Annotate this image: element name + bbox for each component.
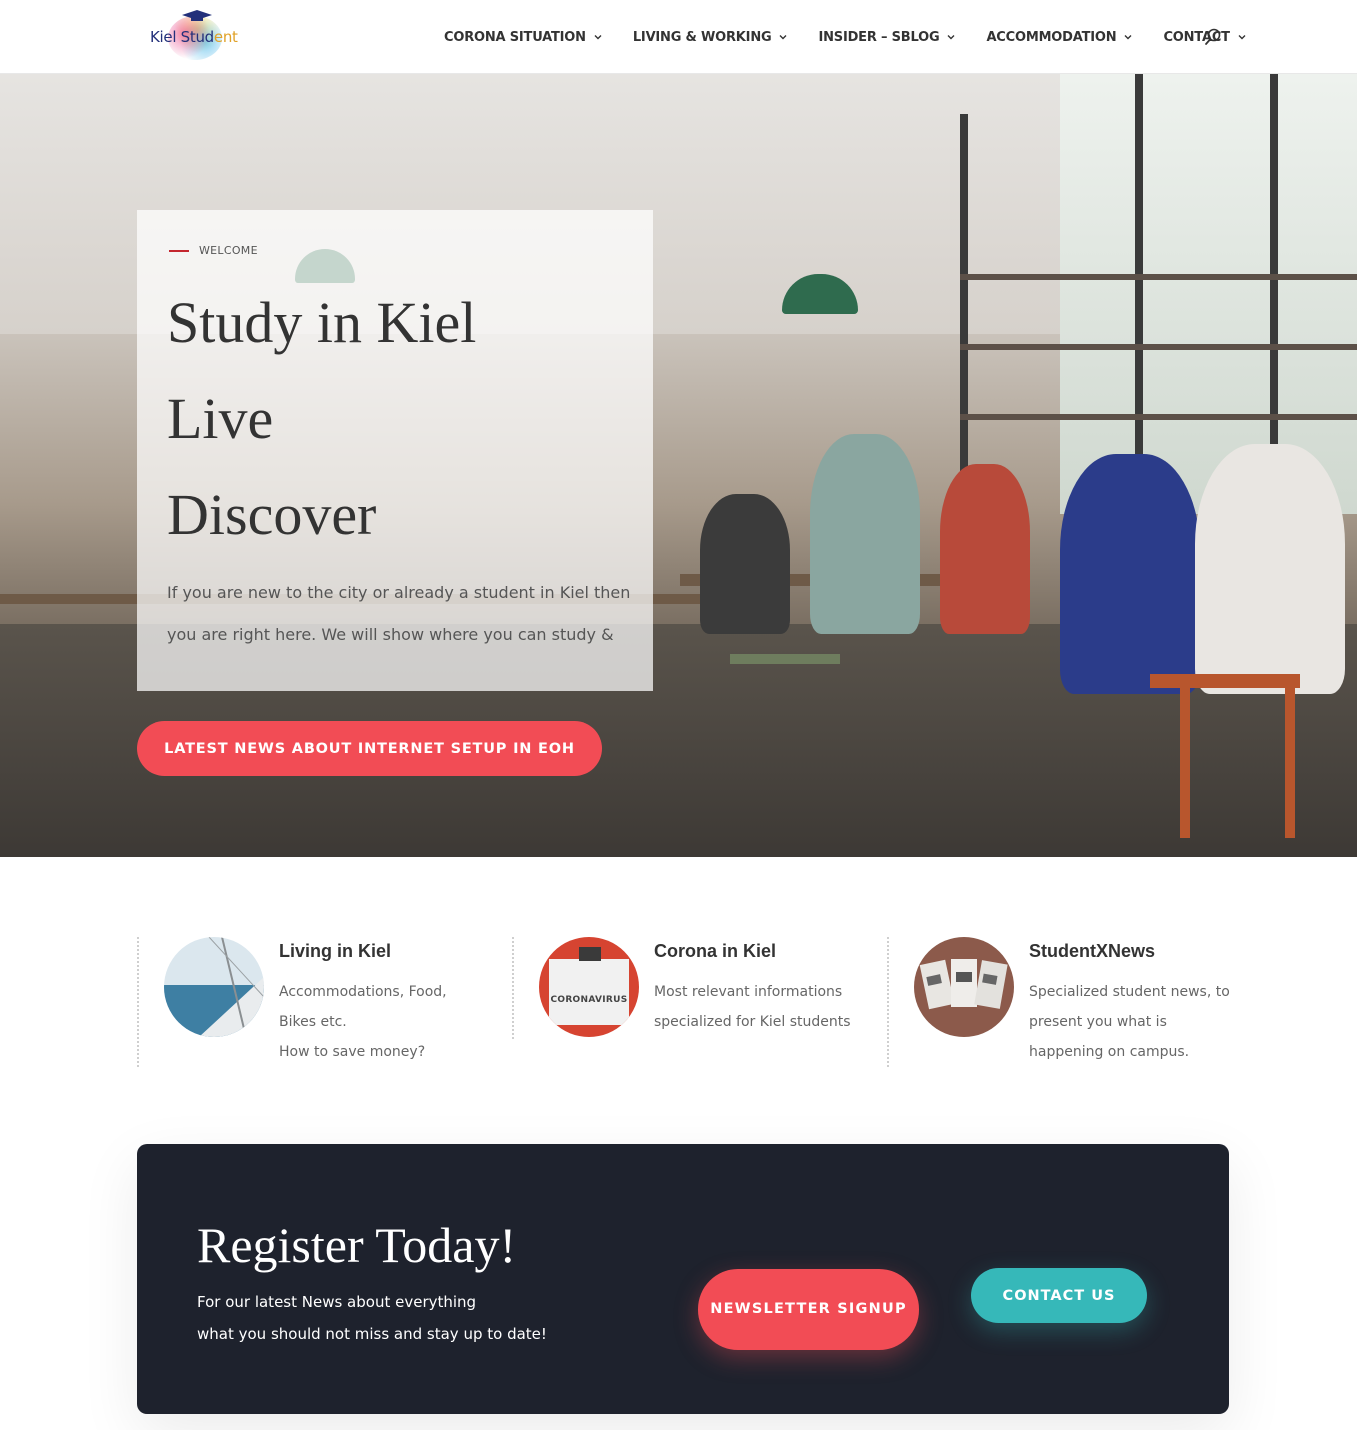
feature-corona-in-kiel[interactable]: CORONAVIRUS Corona in Kiel Most relevant…: [512, 937, 887, 1039]
nav-item-label: INSIDER – SBLOG: [818, 29, 940, 45]
newsletter-signup-button[interactable]: NEWSLETTER SIGNUP: [698, 1269, 919, 1350]
hero-background-shelf: [960, 274, 1357, 280]
nav-item-label: LIVING & WORKING: [632, 29, 772, 45]
nav-item-corona-situation[interactable]: CORONA SITUATION: [444, 30, 603, 45]
eyebrow-dash: [169, 249, 189, 252]
hero-title-line: Study in Kiel: [167, 290, 477, 355]
contact-us-button[interactable]: CONTACT US: [971, 1268, 1147, 1323]
main-nav: CORONA SITUATION LIVING & WORKING INSIDE…: [444, 0, 1277, 74]
nav-item-accommodation[interactable]: ACCOMMODATION: [986, 30, 1133, 45]
chevron-down-icon: [779, 35, 787, 40]
hero-background-shelf: [960, 414, 1357, 420]
hero-background-chair: [1180, 688, 1190, 838]
hero-background-chair: [1285, 688, 1295, 838]
coronavirus-thumb-label: CORONAVIRUS: [550, 995, 628, 1005]
hero-welcome-card: WELCOME Study in Kiel Live Discover If y…: [137, 210, 653, 691]
cta-title: Register Today!: [197, 1217, 517, 1273]
nav-item-insider-sblog[interactable]: INSIDER – SBLOG: [818, 30, 956, 45]
hero-title-line: Live: [167, 386, 274, 451]
internet-setup-news-button[interactable]: LATEST NEWS ABOUT INTERNET SETUP IN EOH: [137, 721, 602, 776]
feature-title: StudentXNews: [1029, 941, 1156, 961]
nav-item-label: ACCOMMODATION: [986, 29, 1117, 45]
coronavirus-thumbnail: CORONAVIRUS: [539, 937, 639, 1037]
hero-background-window: [1060, 74, 1357, 514]
nav-item-living-working[interactable]: LIVING & WORKING: [633, 30, 789, 45]
newspapers-image-icon: [914, 937, 1014, 1037]
logo-text-part: ent: [213, 28, 238, 46]
newspapers-thumbnail: [914, 937, 1014, 1037]
welcome-eyebrow: WELCOME: [169, 244, 258, 257]
hero-background-person: [1195, 444, 1345, 694]
chevron-down-icon: [1238, 35, 1246, 40]
hero-section: WELCOME Study in Kiel Live Discover If y…: [0, 74, 1357, 857]
hero-background-chair: [1150, 674, 1300, 688]
site-header: Kiel Student CORONA SITUATION LIVING & W…: [0, 0, 1357, 74]
hero-background-person: [940, 464, 1030, 634]
search-icon[interactable]: [1203, 27, 1223, 47]
cta-text: For our latest News about everything wha…: [197, 1293, 547, 1343]
feature-text: Specialized student news, to present you…: [1029, 984, 1230, 1060]
chevron-down-icon: [1124, 35, 1132, 40]
hero-background-person: [810, 434, 920, 634]
graduation-cap-icon: [182, 10, 212, 21]
chevron-down-icon: [594, 35, 602, 40]
feature-text: Most relevant informations specialized f…: [654, 984, 851, 1030]
logo-wordmark: Kiel Student: [150, 28, 238, 46]
feature-studentxnews[interactable]: StudentXNews Specialized student news, t…: [887, 937, 1230, 1067]
hero-background-person: [1060, 454, 1200, 694]
sailboat-image-icon: [164, 937, 264, 1037]
features-section: Living in Kiel Accommodations, Food, Bik…: [137, 937, 1230, 1067]
hero-background-shelf: [960, 344, 1357, 350]
sailboat-thumbnail: [164, 937, 264, 1037]
feature-living-in-kiel[interactable]: Living in Kiel Accommodations, Food, Bik…: [137, 937, 512, 1067]
site-logo[interactable]: Kiel Student: [146, 10, 246, 62]
feature-title: Living in Kiel: [279, 941, 392, 961]
coronavirus-image-icon: [539, 937, 639, 1037]
hero-background-chair: [730, 654, 840, 664]
register-cta: Register Today! For our latest News abou…: [137, 1144, 1229, 1414]
feature-title: Corona in Kiel: [654, 941, 777, 961]
logo-text-part: Kiel Stud: [150, 28, 214, 46]
feature-text: Accommodations, Food, Bikes etc. How to …: [279, 984, 447, 1060]
nav-item-label: CORONA SITUATION: [444, 29, 586, 45]
hero-title-line: Discover: [167, 482, 377, 547]
hero-description: If you are new to the city or already a …: [167, 583, 631, 644]
chevron-down-icon: [947, 35, 955, 40]
welcome-label: WELCOME: [199, 244, 258, 257]
hero-background-person: [700, 494, 790, 634]
